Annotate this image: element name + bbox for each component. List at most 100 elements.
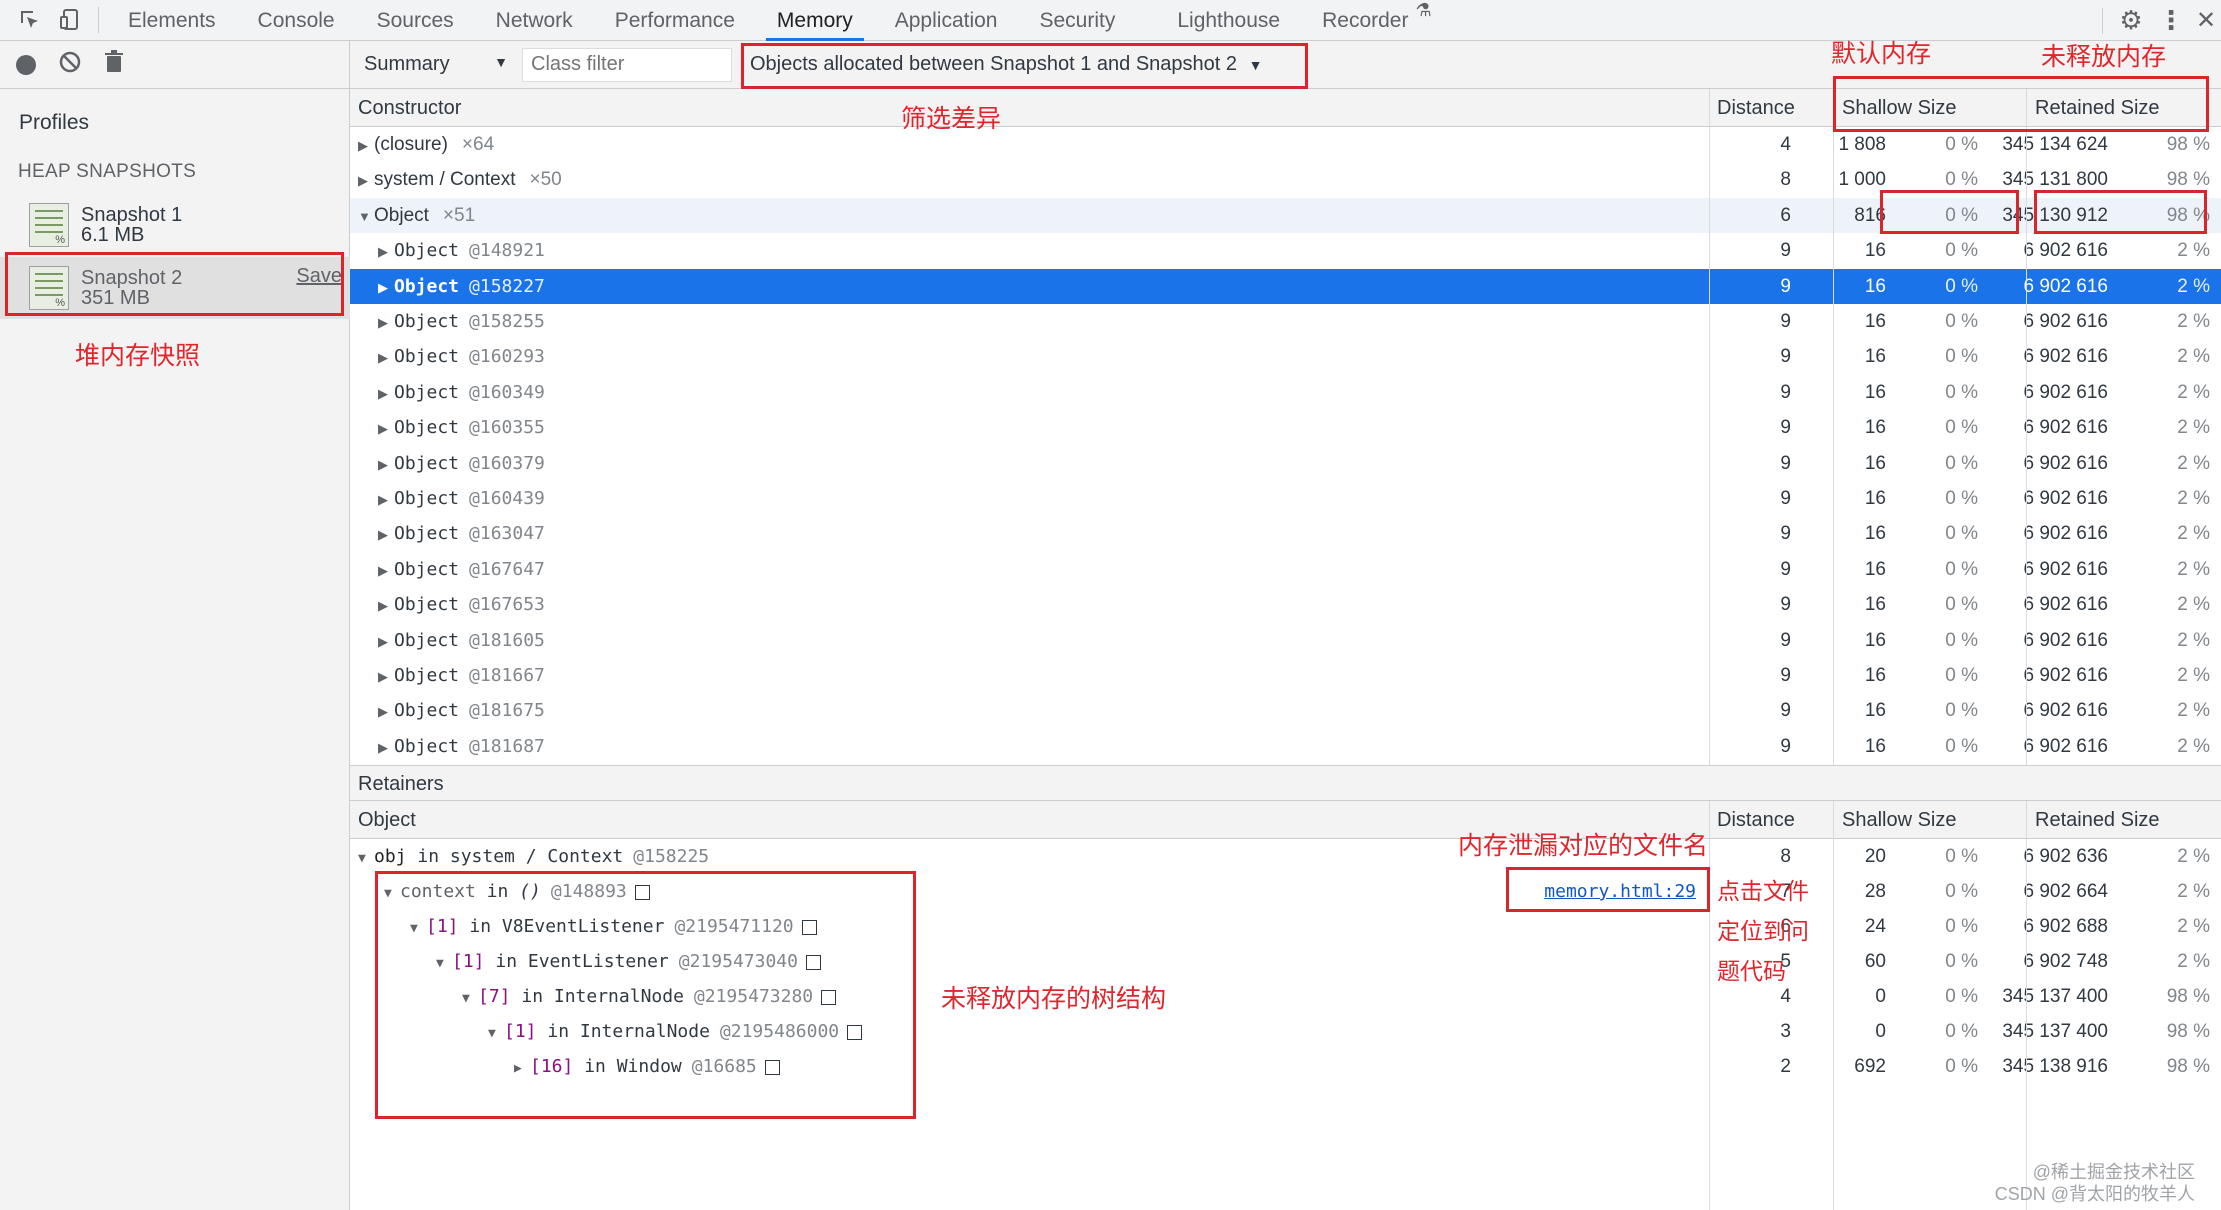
table-row[interactable]: ▶ Object @160379 9 16 0 % 6 902 616 2 %: [350, 446, 2221, 481]
constructor-name: Object: [394, 452, 460, 474]
constructor-name: Object: [394, 523, 460, 545]
collapsed-triangle-icon[interactable]: ▶: [378, 553, 394, 588]
collapsed-triangle-icon[interactable]: ▶: [378, 482, 394, 517]
shallow-size-column-header[interactable]: Shallow Size: [1834, 801, 1957, 839]
distance-cell: 9: [1780, 346, 1791, 368]
retained-percent-cell: 2 %: [2177, 594, 2210, 616]
table-row[interactable]: ▶ Object @167647 9 16 0 % 6 902 616 2 %: [350, 552, 2221, 587]
retainer-row[interactable]: ▼ obj in system / Context @158225 8 20 0 % 6 9…: [350, 839, 2221, 874]
clear-icon[interactable]: [58, 50, 82, 80]
view-select[interactable]: Summary ▼: [350, 53, 518, 76]
tab-network[interactable]: Network: [475, 0, 594, 41]
sidebar-toolbar: [0, 41, 349, 89]
distance-column-header[interactable]: Distance: [1709, 89, 1795, 127]
expanded-triangle-icon[interactable]: ▼: [358, 199, 374, 234]
column-divider: [2026, 89, 2027, 765]
collapsed-triangle-icon[interactable]: ▶: [378, 411, 394, 446]
table-row[interactable]: ▶ Object @160439 9 16 0 % 6 902 616 2 %: [350, 481, 2221, 516]
table-row[interactable]: ▶ Object @160293 9 16 0 % 6 902 616 2 %: [350, 339, 2221, 374]
expanded-triangle-icon[interactable]: ▼: [358, 841, 374, 876]
object-id: @181605: [469, 629, 545, 651]
collapsed-triangle-icon[interactable]: ▶: [378, 588, 394, 623]
constructor-cell: ▶ Object @160355: [378, 410, 545, 445]
tab-elements[interactable]: Elements: [107, 0, 237, 41]
table-row[interactable]: ▶ Object @181675 9 16 0 % 6 902 616 2 %: [350, 693, 2221, 728]
collapsed-triangle-icon[interactable]: ▶: [378, 730, 394, 765]
collapsed-triangle-icon[interactable]: ▶: [378, 234, 394, 269]
annotation-default-memory: 默认内存: [1831, 40, 1932, 68]
table-row[interactable]: ▶ Object @160349 9 16 0 % 6 902 616 2 %: [350, 375, 2221, 410]
settings-gear-icon[interactable]: ⚙: [2111, 1, 2151, 41]
tab-recorder[interactable]: Recorder: [1301, 0, 1429, 41]
distance-column-header[interactable]: Distance: [1709, 801, 1795, 839]
instance-count: ×51: [442, 204, 476, 226]
retained-size-cell: 6 902 616: [2023, 311, 2108, 332]
retained-size-cell: 6 902 664: [2023, 881, 2108, 902]
collapsed-triangle-icon[interactable]: ▶: [358, 128, 374, 163]
retained-size-column-header[interactable]: Retained Size: [2027, 801, 2160, 839]
tab-memory[interactable]: Memory: [756, 0, 874, 41]
table-row[interactable]: ▶ Object @158255 9 16 0 % 6 902 616 2 %: [350, 304, 2221, 339]
tab-application[interactable]: Application: [874, 0, 1019, 41]
shallow-percent-cell: 0 %: [1945, 558, 1978, 580]
tab-sources[interactable]: Sources: [356, 0, 475, 41]
tab-console[interactable]: Console: [237, 0, 356, 41]
device-toolbar-icon[interactable]: [50, 0, 90, 40]
collapsed-triangle-icon[interactable]: ▶: [378, 447, 394, 482]
table-row[interactable]: ▶ Object @163047 9 16 0 % 6 902 616 2 %: [350, 516, 2221, 551]
table-row[interactable]: ▶ Object @158227 9 16 0 % 6 902 616 2 %: [350, 268, 2221, 305]
collapsed-triangle-icon[interactable]: ▶: [378, 659, 394, 694]
distance-cell: 9: [1780, 240, 1791, 262]
distance-cell: 3: [1780, 1021, 1791, 1042]
trash-icon[interactable]: [104, 49, 124, 80]
constructor-cell: ▶ Object @167647: [378, 552, 545, 587]
more-options-icon[interactable]: ⋮: [2151, 1, 2191, 41]
collapsed-triangle-icon[interactable]: ▶: [378, 624, 394, 659]
distance-cell: 9: [1780, 275, 1791, 297]
table-row[interactable]: ▶ Object @160355 9 16 0 % 6 902 616 2 %: [350, 410, 2221, 445]
collapsed-triangle-icon[interactable]: ▶: [378, 517, 394, 552]
object-column-header[interactable]: Object: [350, 801, 416, 839]
table-row[interactable]: ▶ Object @148921 9 16 0 % 6 902 616 2 %: [350, 233, 2221, 268]
shallow-size-cell: 28: [1864, 881, 1886, 902]
retained-size-cell: 6 902 688: [2023, 916, 2108, 937]
collapsed-triangle-icon[interactable]: ▶: [378, 340, 394, 375]
shallow-size-cell: 1 808: [1838, 134, 1886, 155]
object-id: @167653: [469, 594, 545, 616]
retained-percent-cell: 2 %: [2177, 523, 2210, 545]
close-icon[interactable]: ✕: [2191, 1, 2221, 41]
tab-performance[interactable]: Performance: [594, 0, 756, 41]
retained-percent-cell: 2 %: [2177, 629, 2210, 651]
constructor-column-header[interactable]: Constructor: [350, 89, 461, 127]
table-row[interactable]: ▶ Object @181667 9 16 0 % 6 902 616 2 %: [350, 658, 2221, 693]
tab-security[interactable]: Security: [1018, 0, 1136, 41]
table-row[interactable]: ▶ (closure) ×64 4 1 808 0 % 345 134 624 98 %: [350, 127, 2221, 162]
collapsed-triangle-icon[interactable]: ▶: [378, 694, 394, 729]
annotation-filter-diff: 筛选差异: [901, 105, 1002, 133]
shallow-size-cell: 16: [1864, 735, 1886, 757]
shallow-percent-cell: 0 %: [1945, 452, 1978, 474]
retained-size-cell: 345 134 624: [2002, 134, 2108, 155]
retained-percent-cell: 2 %: [2177, 665, 2210, 686]
distance-cell: 9: [1780, 558, 1791, 580]
heap-snapshots-section-header: HEAP SNAPSHOTS: [18, 161, 197, 182]
inspect-element-icon[interactable]: [10, 0, 50, 40]
collapsed-triangle-icon[interactable]: ▶: [358, 163, 374, 198]
shallow-size-cell: 1 000: [1838, 169, 1886, 191]
table-row[interactable]: ▶ Object @181605 9 16 0 % 6 902 616 2 %: [350, 623, 2221, 658]
shallow-size-cell: 16: [1864, 452, 1886, 474]
table-row[interactable]: ▶ Object @181687 9 16 0 % 6 902 616 2 %: [350, 729, 2221, 764]
record-icon[interactable]: [16, 54, 36, 75]
distance-cell: 9: [1780, 629, 1791, 651]
collapsed-triangle-icon[interactable]: ▶: [378, 270, 394, 305]
annotation-box-filter: [741, 43, 1308, 89]
collapsed-triangle-icon[interactable]: ▶: [378, 305, 394, 340]
constructor-cell: ▶ Object @160293: [378, 339, 545, 374]
class-filter-input[interactable]: [522, 47, 732, 82]
collapsed-triangle-icon[interactable]: ▶: [378, 376, 394, 411]
tab-lighthouse[interactable]: Lighthouse: [1156, 0, 1301, 41]
table-row[interactable]: ▶ Object @167653 9 16 0 % 6 902 616 2 %: [350, 587, 2221, 622]
snapshot-1-item[interactable]: % Snapshot 1 6.1 MB: [0, 194, 350, 256]
object-id: @158255: [469, 311, 545, 332]
constructor-cell: ▶ Object @163047: [378, 516, 545, 551]
